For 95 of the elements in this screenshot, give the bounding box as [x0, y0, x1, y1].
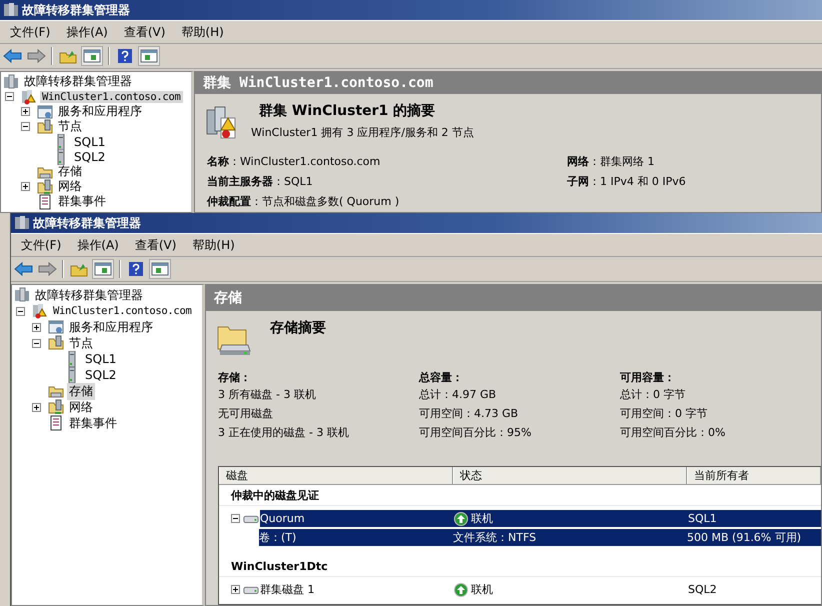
- disk-name: 卷：(T): [259, 530, 298, 545]
- tree-item[interactable]: SQL2: [83, 368, 118, 382]
- group-title: WinCluster1Dtc: [231, 560, 328, 572]
- property-text: 名称：WinCluster1.contoso.com: [207, 154, 382, 170]
- section-heading: 总容量：: [419, 371, 464, 385]
- section-heading: 存储：: [218, 371, 252, 385]
- tree-item[interactable]: WinCluster1.contoso.com: [51, 305, 194, 317]
- tree-item[interactable]: 故障转移群集管理器: [22, 73, 134, 90]
- owner-text: SQL1: [688, 511, 718, 526]
- log-icon: [37, 194, 53, 210]
- status-text: 联机: [471, 582, 493, 597]
- expander-icon[interactable]: [21, 107, 30, 116]
- tree-item[interactable]: SQL1: [72, 134, 108, 148]
- header-title: 存储: [214, 289, 242, 307]
- property-text: 子网：1 IPv4 和 0 IPv6: [567, 174, 686, 190]
- tree-item[interactable]: 存储: [67, 382, 95, 400]
- summary-title: 存储摘要: [268, 319, 326, 337]
- menu-item[interactable]: 帮助(H): [186, 234, 241, 256]
- menu-item[interactable]: 查看(V): [128, 234, 182, 256]
- action-pane-icon[interactable]: [138, 46, 160, 66]
- servers-icon: [3, 74, 19, 90]
- action-pane-icon[interactable]: [149, 259, 171, 279]
- help-icon[interactable]: [115, 47, 135, 65]
- log-icon: [48, 415, 64, 431]
- tree-item[interactable]: 节点: [56, 118, 84, 135]
- expander-icon[interactable]: [5, 92, 14, 101]
- table-row[interactable]: 群集磁盘 1 联机 SQL2: [260, 581, 821, 598]
- tree-item[interactable]: 故障转移群集管理器: [33, 286, 145, 304]
- column-header[interactable]: 状态: [453, 467, 687, 484]
- menu-item[interactable]: 文件(F): [4, 22, 56, 42]
- property-text: 3 正在使用的磁盘 - 3 联机: [218, 425, 350, 441]
- property-text: 可用空间：4.73 GB: [419, 406, 520, 422]
- expander-icon[interactable]: [32, 338, 41, 348]
- expander-icon[interactable]: [16, 306, 25, 316]
- menu-item[interactable]: 操作(A): [71, 234, 125, 256]
- property-text: 当前主服务器：SQL1: [207, 174, 314, 190]
- tree-item[interactable]: SQL1: [83, 352, 118, 366]
- tree-item[interactable]: 网络: [56, 178, 84, 195]
- menu-item[interactable]: 文件(F): [15, 234, 68, 256]
- section-heading: 可用容量：: [620, 371, 676, 385]
- help-icon[interactable]: [126, 260, 146, 278]
- tree-item[interactable]: 存储: [56, 163, 84, 180]
- tree-item[interactable]: 服务和应用程序: [56, 103, 144, 120]
- back-arrow-icon[interactable]: [14, 260, 34, 278]
- menu-item[interactable]: 查看(V): [118, 22, 172, 42]
- property-text: 总计：0 字节: [620, 387, 686, 403]
- expander-icon[interactable]: [21, 122, 30, 131]
- expander-icon[interactable]: [231, 585, 240, 594]
- up-arrow-icon: [454, 512, 468, 526]
- property-text: 3 所有磁盘 - 3 联机: [218, 387, 317, 403]
- expander-icon[interactable]: [32, 402, 41, 412]
- servers-icon: [3, 2, 19, 18]
- tree-item[interactable]: 群集事件: [67, 414, 119, 432]
- servers-icon: [14, 215, 30, 231]
- expander-icon[interactable]: [21, 182, 30, 191]
- owner-text: SQL2: [688, 582, 718, 597]
- window-title: 故障转移群集管理器: [22, 2, 130, 18]
- menu-item[interactable]: 操作(A): [60, 22, 114, 42]
- property-text: 无可用磁盘: [218, 406, 274, 422]
- status-text: 联机: [471, 511, 493, 526]
- property-text: 仲裁配置：节点和磁盘多数( Quorum ): [207, 194, 400, 210]
- owner-text: 500 MB (91.6% 可用): [687, 530, 802, 545]
- property-text: 总计：4.97 GB: [419, 387, 498, 403]
- tree-item[interactable]: WinCluster1.contoso.com: [40, 90, 182, 102]
- group-title: 仲裁中的磁盘见证: [231, 488, 319, 502]
- property-text: 网络：群集网络 1: [567, 154, 656, 170]
- up-arrow-icon: [454, 582, 468, 596]
- expander-icon[interactable]: [231, 514, 240, 523]
- servers-icon: [14, 287, 30, 303]
- tree-item[interactable]: 群集事件: [56, 193, 108, 210]
- back-arrow-icon[interactable]: [3, 47, 23, 65]
- summary-text: WinCluster1 拥有 3 应用程序/服务和 2 节点: [251, 125, 474, 140]
- window-title: 故障转移群集管理器: [33, 214, 141, 232]
- disk-name: 群集磁盘 1: [260, 582, 316, 597]
- header-title: 群集 WinCluster1.contoso.com: [203, 74, 434, 92]
- tree-item[interactable]: 节点: [67, 334, 95, 352]
- disk-name: Quorum: [260, 511, 306, 526]
- pane-toggle-icon[interactable]: [92, 259, 114, 279]
- summary-title: 群集 WinCluster1 的摘要: [258, 102, 436, 120]
- forward-arrow-icon[interactable]: [37, 260, 57, 278]
- pane-toggle-icon[interactable]: [81, 46, 103, 66]
- table-row[interactable]: Quorum 联机 SQL1: [260, 510, 821, 527]
- tree-item[interactable]: SQL2: [72, 150, 108, 164]
- property-text: 可用空间百分比：0%: [620, 425, 726, 441]
- menu-item[interactable]: 帮助(H): [175, 22, 230, 42]
- tree-item[interactable]: 网络: [67, 398, 95, 416]
- column-header[interactable]: 磁盘: [219, 467, 453, 484]
- tree-item[interactable]: 服务和应用程序: [67, 318, 155, 336]
- property-text: 可用空间：0 字节: [620, 406, 708, 422]
- table-row[interactable]: 卷：(T) 文件系统：NTFS 500 MB (91.6% 可用): [259, 529, 821, 546]
- property-text: 可用空间百分比：95%: [419, 425, 532, 441]
- status-text: 文件系统：NTFS: [453, 530, 536, 545]
- expander-icon[interactable]: [32, 322, 41, 332]
- column-header[interactable]: 当前所有者: [687, 467, 821, 484]
- forward-arrow-icon[interactable]: [26, 47, 46, 65]
